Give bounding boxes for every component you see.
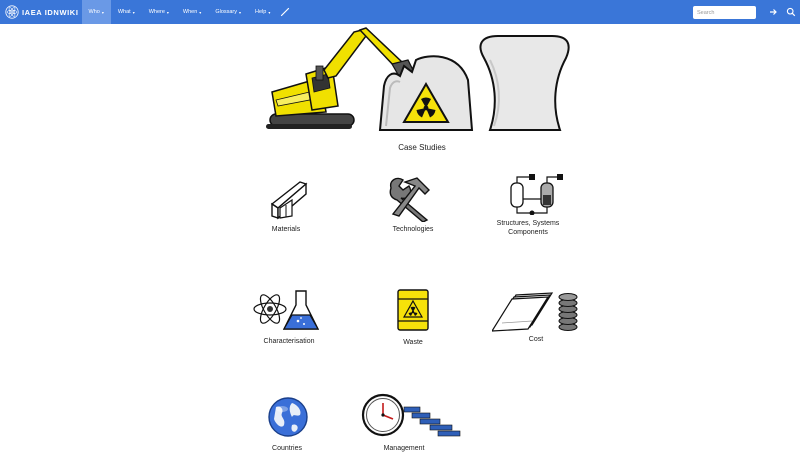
search-icon[interactable] xyxy=(786,7,796,17)
brand-title: IAEA IDNWIKI xyxy=(22,7,79,17)
countries-label[interactable]: Countries xyxy=(272,444,302,453)
chevron-down-icon: ▾ xyxy=(101,9,104,15)
cost-label[interactable]: Cost xyxy=(529,335,543,344)
waste-label[interactable]: Waste xyxy=(403,338,423,347)
search-input[interactable] xyxy=(693,6,756,19)
nav-item-who[interactable]: Who ▾ xyxy=(81,0,111,24)
technologies-label[interactable]: Technologies xyxy=(393,225,434,234)
iaea-logo-icon xyxy=(5,5,19,19)
characterisation-icon[interactable] xyxy=(250,287,328,333)
materials-icon[interactable] xyxy=(268,178,312,222)
nav-item-label: When xyxy=(182,9,198,15)
nav-item-when[interactable]: When ▾ xyxy=(176,0,208,24)
materials-label[interactable]: Materials xyxy=(272,225,300,234)
structures-systems-components-icon[interactable] xyxy=(505,173,565,215)
nav-item-help[interactable]: Help ▾ xyxy=(248,0,277,24)
brand-link[interactable]: IAEA IDNWIKI xyxy=(0,0,79,24)
nav-item-glossary[interactable]: Glossary ▾ xyxy=(208,0,248,24)
cost-money-icon[interactable] xyxy=(492,287,582,333)
nav-item-label: Glossary xyxy=(215,9,238,15)
chevron-down-icon: ▾ xyxy=(239,9,242,15)
chevron-down-icon: ▾ xyxy=(166,9,169,15)
chevron-down-icon: ▾ xyxy=(268,9,271,15)
management-label[interactable]: Management xyxy=(384,444,425,453)
management-clock-gantt-icon[interactable] xyxy=(360,393,464,439)
waste-drum-icon[interactable] xyxy=(395,287,431,333)
chevron-down-icon: ▾ xyxy=(132,9,135,15)
nav-item-where[interactable]: Where ▾ xyxy=(142,0,176,24)
case-studies-illustration[interactable] xyxy=(262,26,580,134)
technologies-tools-icon[interactable] xyxy=(385,176,435,222)
chevron-down-icon: ▾ xyxy=(199,9,202,15)
edit-pencil-icon[interactable] xyxy=(280,7,290,17)
nav-menu: Who ▾ What ▾ Where ▾ When ▾ Glossary ▾ Help ▾ xyxy=(81,0,291,24)
components-label[interactable]: Components xyxy=(508,228,548,237)
nav-item-label: Where xyxy=(148,9,165,15)
case-studies-label[interactable]: Case Studies xyxy=(398,143,446,152)
nav-item-label: What xyxy=(117,9,131,15)
nav-item-what[interactable]: What ▾ xyxy=(111,0,142,24)
countries-globe-icon[interactable] xyxy=(266,395,310,439)
nav-item-label: Help xyxy=(255,9,267,15)
nav-item-label: Who xyxy=(88,9,100,15)
characterisation-label[interactable]: Characterisation xyxy=(264,337,315,346)
go-arrow-icon[interactable] xyxy=(769,7,778,17)
top-navbar: IAEA IDNWIKI Who ▾ What ▾ Where ▾ When ▾ Glo… xyxy=(0,0,800,24)
structures-systems-label[interactable]: Structures, Systems xyxy=(497,219,560,228)
